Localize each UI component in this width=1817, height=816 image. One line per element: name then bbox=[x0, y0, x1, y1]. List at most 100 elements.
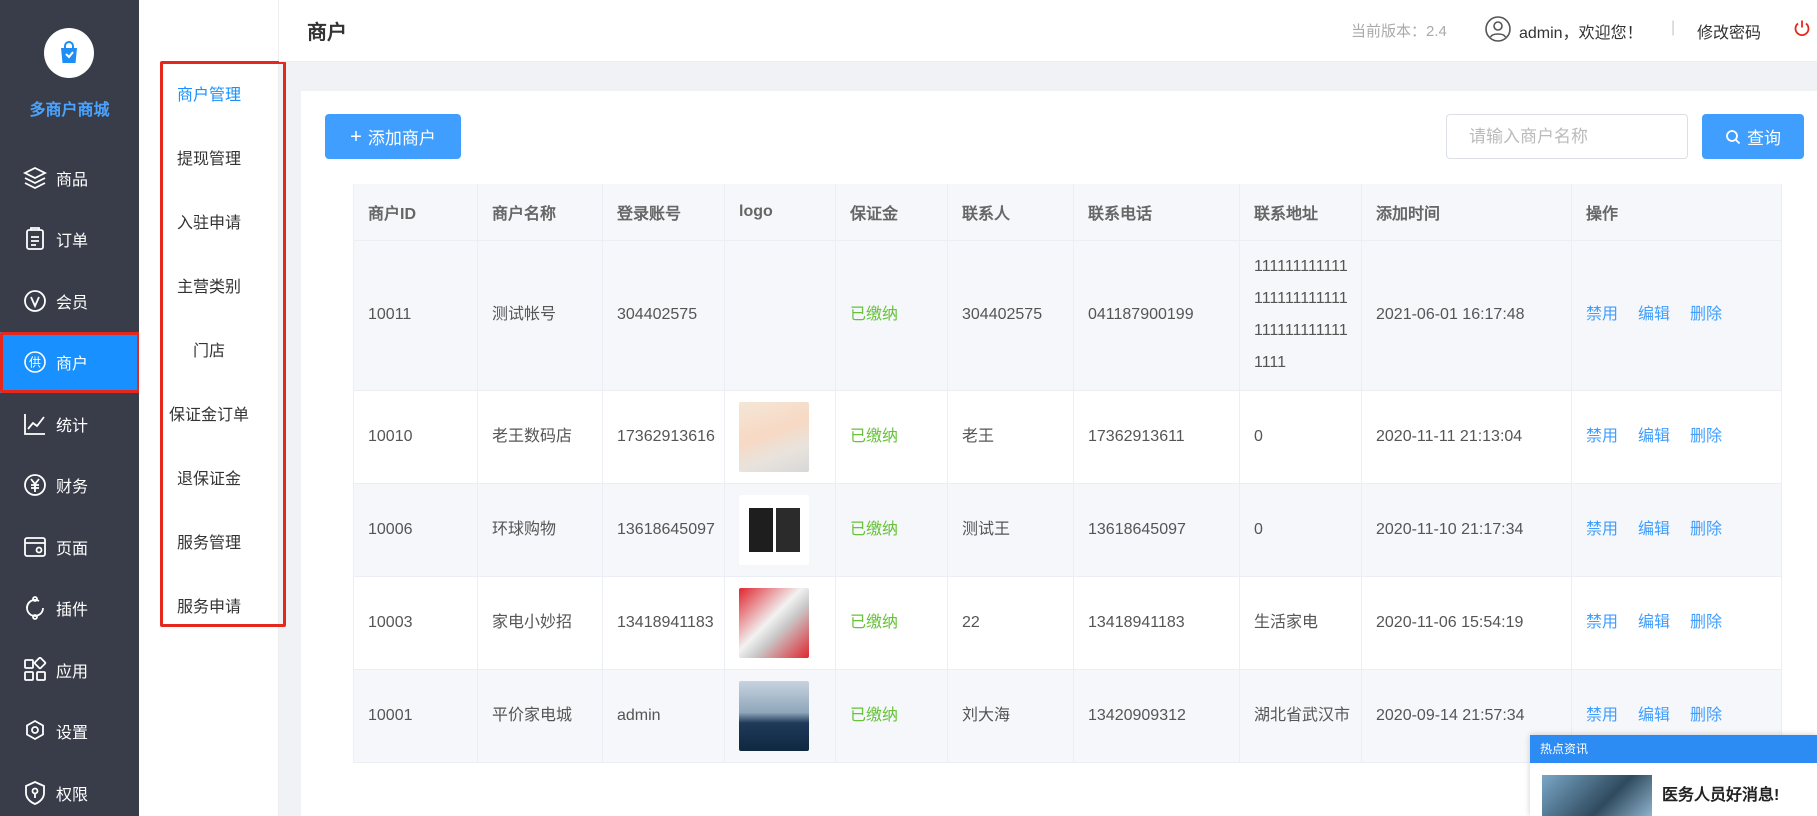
submenu-item-withdrawal-management[interactable]: 提现管理 bbox=[139, 145, 279, 169]
column-header[interactable]: 商户ID bbox=[353, 184, 478, 241]
window-icon bbox=[20, 532, 50, 562]
sidebar-item-label: 应用 bbox=[56, 663, 89, 681]
chart-icon bbox=[20, 409, 50, 439]
merchant-logo-image bbox=[739, 587, 809, 658]
column-header[interactable]: 联系电话 bbox=[1073, 184, 1240, 241]
sidebar-item-merchants[interactable]: 供 商户 bbox=[0, 331, 140, 393]
edit-link[interactable]: 编辑 bbox=[1638, 306, 1670, 323]
delete-link[interactable]: 删除 bbox=[1690, 521, 1722, 538]
page-title: 商户 bbox=[307, 22, 347, 44]
vip-icon bbox=[20, 286, 50, 316]
header-separator: | bbox=[1671, 19, 1676, 36]
cell-id: 10011 bbox=[353, 240, 478, 391]
news-headline[interactable]: 医务人员好消息! bbox=[1662, 781, 1779, 805]
cell-actions: 禁用 编辑 删除 bbox=[1571, 576, 1782, 670]
merchant-search-input[interactable] bbox=[1446, 114, 1688, 159]
submenu-item-settlement-application[interactable]: 入驻申请 bbox=[139, 209, 279, 233]
sidebar-item-members[interactable]: 会员 bbox=[0, 270, 139, 332]
merchant-logo-image bbox=[739, 494, 809, 565]
cell-time: 2020-11-11 21:13:04 bbox=[1361, 390, 1572, 484]
sidebar-item-label: 页面 bbox=[56, 540, 89, 558]
sidebar-item-pages[interactable]: 页面 bbox=[0, 516, 139, 578]
edit-link[interactable]: 编辑 bbox=[1638, 521, 1670, 538]
search-button[interactable]: 查询 bbox=[1702, 114, 1804, 159]
add-merchant-button[interactable]: + 添加商户 bbox=[325, 114, 461, 159]
sidebar-item-apps[interactable]: 应用 bbox=[0, 639, 139, 701]
search-icon bbox=[1725, 129, 1741, 145]
power-logout-icon[interactable] bbox=[1793, 19, 1811, 42]
edit-link[interactable]: 编辑 bbox=[1638, 614, 1670, 631]
app-title: 多商户商城 bbox=[29, 102, 110, 119]
delete-link[interactable]: 删除 bbox=[1690, 428, 1722, 445]
news-thumbnail-image bbox=[1542, 775, 1652, 816]
cell-address: 湖北省武汉市 bbox=[1239, 669, 1362, 763]
delete-link[interactable]: 删除 bbox=[1690, 306, 1722, 323]
cell-logo bbox=[724, 669, 836, 763]
column-header[interactable]: 登录账号 bbox=[602, 184, 725, 241]
delete-link[interactable]: 删除 bbox=[1690, 614, 1722, 631]
cell-actions: 禁用 编辑 删除 bbox=[1571, 240, 1782, 391]
table-row: 10003 家电小妙招 13418941183 已缴纳 22 134189411… bbox=[353, 576, 1782, 670]
table-row: 10006 环球购物 13618645097 已缴纳 测试王 136186450… bbox=[353, 483, 1782, 577]
cell-deposit: 已缴纳 bbox=[835, 483, 948, 577]
add-merchant-label: 添加商户 bbox=[367, 129, 436, 148]
cell-contact: 刘大海 bbox=[947, 669, 1074, 763]
cell-contact: 测试王 bbox=[947, 483, 1074, 577]
cell-time: 2020-11-06 15:54:19 bbox=[1361, 576, 1572, 670]
sidebar-item-label: 订单 bbox=[56, 233, 89, 251]
disable-link[interactable]: 禁用 bbox=[1586, 521, 1618, 538]
sidebar-item-label: 会员 bbox=[56, 294, 89, 312]
submenu-item-stores[interactable]: 门店 bbox=[139, 337, 279, 361]
sidebar-item-label: 设置 bbox=[56, 725, 89, 743]
top-bar: 商户 当前版本：2.4 admin，欢迎您！ | 修改密码 bbox=[279, 0, 1817, 62]
search-button-label: 查询 bbox=[1747, 129, 1781, 148]
disable-link[interactable]: 禁用 bbox=[1586, 707, 1618, 724]
sidebar-item-label: 商品 bbox=[56, 171, 89, 189]
column-header[interactable]: 保证金 bbox=[835, 184, 948, 241]
version-label: 当前版本：2.4 bbox=[1351, 23, 1447, 40]
submenu-item-deposit-refund[interactable]: 退保证金 bbox=[139, 465, 279, 489]
sidebar-item-finance[interactable]: 财务 bbox=[0, 455, 139, 517]
cell-phone: 13420909312 bbox=[1073, 669, 1240, 763]
sidebar-item-settings[interactable]: 设置 bbox=[0, 701, 139, 763]
column-header[interactable]: 联系人 bbox=[947, 184, 1074, 241]
plugin-icon bbox=[20, 593, 50, 623]
column-header[interactable]: logo bbox=[724, 184, 836, 241]
news-popup[interactable]: 热点资讯 医务人员好消息! bbox=[1530, 735, 1817, 816]
submenu-item-service-management[interactable]: 服务管理 bbox=[139, 529, 279, 553]
cell-logo bbox=[724, 240, 836, 391]
submenu-item-main-category[interactable]: 主营类别 bbox=[139, 273, 279, 297]
cell-name: 家电小妙招 bbox=[477, 576, 603, 670]
cell-address: 0 bbox=[1239, 483, 1362, 577]
sidebar-item-plugins[interactable]: 插件 bbox=[0, 578, 139, 640]
delete-link[interactable]: 删除 bbox=[1690, 707, 1722, 724]
gear-icon bbox=[20, 716, 50, 746]
news-popup-header: 热点资讯 bbox=[1530, 735, 1817, 763]
submenu-item-merchant-management[interactable]: 商户管理 bbox=[139, 81, 279, 105]
cell-name: 测试帐号 bbox=[477, 240, 603, 391]
clipboard-icon bbox=[20, 224, 50, 254]
disable-link[interactable]: 禁用 bbox=[1586, 614, 1618, 631]
column-header[interactable]: 商户名称 bbox=[477, 184, 603, 241]
sidebar-item-orders[interactable]: 订单 bbox=[0, 209, 139, 271]
cell-contact: 22 bbox=[947, 576, 1074, 670]
change-password-link[interactable]: 修改密码 bbox=[1697, 19, 1761, 43]
edit-link[interactable]: 编辑 bbox=[1638, 428, 1670, 445]
sidebar-item-permissions[interactable]: 权限 bbox=[0, 762, 139, 816]
disable-link[interactable]: 禁用 bbox=[1586, 428, 1618, 445]
cell-id: 10006 bbox=[353, 483, 478, 577]
user-greeting[interactable]: admin，欢迎您！ bbox=[1519, 19, 1643, 43]
column-header[interactable]: 操作 bbox=[1571, 184, 1782, 241]
submenu-item-deposit-orders[interactable]: 保证金订单 bbox=[139, 401, 279, 425]
column-header[interactable]: 联系地址 bbox=[1239, 184, 1362, 241]
sidebar-item-stats[interactable]: 统计 bbox=[0, 393, 139, 455]
sidebar-item-goods[interactable]: 商品 bbox=[0, 147, 139, 209]
sidebar-item-label: 插件 bbox=[56, 602, 89, 620]
shop-bag-logo-icon[interactable] bbox=[44, 28, 94, 78]
submenu-item-service-application[interactable]: 服务申请 bbox=[139, 593, 279, 617]
supplier-icon: 供 bbox=[20, 347, 50, 377]
disable-link[interactable]: 禁用 bbox=[1586, 306, 1618, 323]
table-row: 10010 老王数码店 17362913616 已缴纳 老王 173629136… bbox=[353, 390, 1782, 484]
column-header[interactable]: 添加时间 bbox=[1361, 184, 1572, 241]
edit-link[interactable]: 编辑 bbox=[1638, 707, 1670, 724]
